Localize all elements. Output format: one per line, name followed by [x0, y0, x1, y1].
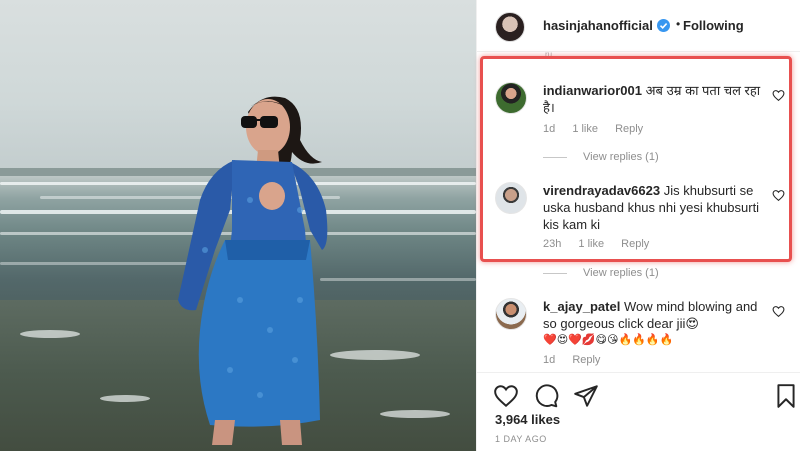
post-date: 1 DAY AGO	[495, 434, 547, 444]
following-button[interactable]: Following	[683, 18, 744, 33]
comment-username[interactable]: virendrayadav6623	[543, 183, 660, 198]
like-comment-heart-icon[interactable]	[772, 89, 785, 102]
reply-button[interactable]: Reply	[572, 354, 600, 366]
truncated-text: ru	[545, 50, 553, 59]
bookmark-icon[interactable]	[773, 383, 799, 409]
comment-item: k_ajay_patel Wow mind blowing and so gor…	[495, 298, 785, 370]
comment-time: 1d	[543, 354, 556, 366]
woman-figure	[178, 96, 328, 445]
reply-button[interactable]: Reply	[615, 123, 643, 135]
comment-icon[interactable]	[533, 383, 559, 409]
post-username[interactable]: hasinjahanofficial	[543, 18, 653, 33]
view-replies-label: View replies (1)	[583, 151, 659, 163]
comment-text: k_ajay_patel Wow mind blowing and so gor…	[543, 298, 768, 348]
action-bar: 3,964 likes 1 DAY AGO	[477, 372, 800, 451]
comment-item: indianwarior001 अब उम्र का पता चल रहा है…	[495, 82, 785, 142]
commenter-avatar[interactable]	[495, 298, 527, 330]
comment-username[interactable]: k_ajay_patel	[543, 299, 620, 314]
comment-likes[interactable]: 1 like	[578, 238, 604, 250]
like-comment-heart-icon[interactable]	[772, 189, 785, 202]
comment-likes[interactable]: 1 like	[572, 123, 598, 135]
heart-icon[interactable]	[493, 383, 519, 409]
replies-line	[543, 272, 567, 274]
comment-text: virendrayadav6623 Jis khubsurti se uska …	[543, 182, 768, 233]
share-icon[interactable]	[573, 383, 599, 409]
view-replies-button[interactable]: View replies (1)	[543, 151, 659, 163]
separator-dot: •	[676, 17, 681, 31]
comment-meta: 1d 1 like Reply	[543, 123, 657, 135]
post-header: hasinjahanofficial • Following ru	[477, 0, 800, 59]
profile-avatar[interactable]	[495, 12, 525, 42]
view-replies-button[interactable]: View replies (1)	[543, 267, 659, 279]
comment-text: indianwarior001 अब उम्र का पता चल रहा है…	[543, 82, 768, 116]
commenter-avatar[interactable]	[495, 82, 527, 114]
likes-count[interactable]: 3,964 likes	[495, 412, 560, 427]
comment-username[interactable]: indianwarior001	[543, 83, 642, 98]
verified-badge-icon	[657, 19, 670, 32]
view-replies-label: View replies (1)	[583, 267, 659, 279]
post-photo[interactable]	[0, 0, 476, 451]
comment-meta: 23h 1 like Reply	[543, 238, 663, 250]
comment-time: 23h	[543, 238, 562, 250]
comment-emoji-line: ❤️😍❤️💋😋😘🔥🔥🔥🔥	[543, 334, 674, 346]
comment-item: virendrayadav6623 Jis khubsurti se uska …	[495, 182, 785, 258]
like-comment-heart-icon[interactable]	[772, 305, 785, 318]
post-side-panel: hasinjahanofficial • Following ru indian…	[476, 0, 800, 451]
replies-line	[543, 156, 567, 158]
reply-button[interactable]: Reply	[621, 238, 649, 250]
commenter-avatar[interactable]	[495, 182, 527, 214]
comment-time: 1d	[543, 123, 556, 135]
comment-meta: 1d Reply	[543, 354, 614, 366]
